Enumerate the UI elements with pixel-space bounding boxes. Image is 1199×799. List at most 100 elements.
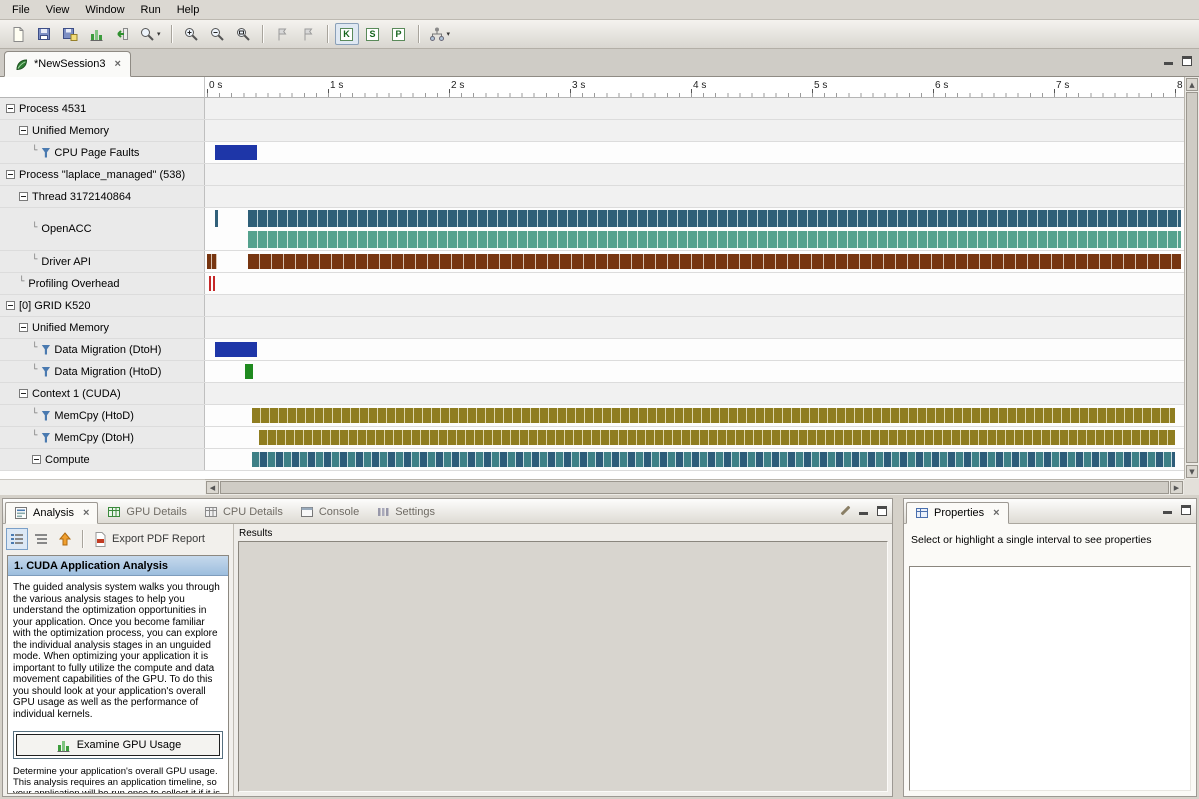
kernel-color-toggle-button[interactable]: K [335, 23, 359, 45]
row-track-openacc[interactable] [205, 208, 1184, 250]
menu-help[interactable]: Help [169, 1, 208, 19]
interval-memcpy-dtoh[interactable] [259, 430, 1175, 445]
interval-openacc[interactable] [215, 210, 217, 227]
collapse-icon[interactable] [19, 126, 28, 135]
row-label-data-migration-htod[interactable]: └Data Migration (HtoD) [0, 361, 205, 382]
zoom-in-button[interactable] [179, 23, 203, 45]
zoom-out-button[interactable] [205, 23, 229, 45]
maximize-icon[interactable] [877, 506, 887, 516]
collapse-icon[interactable] [6, 170, 15, 179]
scroll-right-button[interactable]: ▶ [1170, 481, 1183, 494]
row-track-thread-3172140864[interactable] [205, 186, 1184, 207]
tab-gpu-details[interactable]: GPU Details [99, 501, 195, 523]
analysis-up-button[interactable] [54, 528, 76, 550]
save-session-button[interactable] [32, 23, 56, 45]
interval-openacc[interactable] [248, 210, 1181, 227]
view-menu-icon[interactable] [840, 505, 851, 516]
stream-color-toggle-button[interactable]: S [361, 23, 385, 45]
close-icon[interactable]: × [993, 507, 999, 519]
interval-memcpy-htod[interactable] [252, 408, 1175, 423]
row-track-process-laplace-managed-538[interactable] [205, 164, 1184, 185]
import-data-button[interactable] [110, 23, 134, 45]
collapse-icon[interactable] [32, 455, 41, 464]
row-track-unified-memory[interactable] [205, 120, 1184, 141]
interval-profiling-overhead[interactable] [209, 276, 211, 291]
interval-profiling-overhead[interactable] [213, 276, 215, 291]
menu-run[interactable]: Run [133, 1, 169, 19]
collapse-icon[interactable] [19, 323, 28, 332]
row-label-profiling-overhead[interactable]: └Profiling Overhead [0, 273, 205, 294]
row-label-data-migration-dtoh[interactable]: └Data Migration (DtoH) [0, 339, 205, 360]
row-track-compute[interactable] [205, 449, 1184, 470]
row-label-cpu-page-faults[interactable]: └CPU Page Faults [0, 142, 205, 163]
tab-cpu-details[interactable]: CPU Details [196, 501, 291, 523]
show-profile-chart-button[interactable] [84, 23, 108, 45]
row-label-thread-3172140864[interactable]: Thread 3172140864 [0, 186, 205, 207]
row-label-context-1-cuda[interactable]: Context 1 (CUDA) [0, 383, 205, 404]
interval-cpu-page-faults[interactable] [215, 145, 256, 160]
row-label-openacc[interactable]: └OpenACC [0, 208, 205, 250]
filter-funnel-icon[interactable] [41, 367, 50, 377]
horizontal-scrollbar[interactable]: ◀ ▶ [205, 479, 1184, 495]
interval-driver-api[interactable] [207, 254, 217, 269]
interval-openacc[interactable] [248, 231, 1181, 248]
vertical-scroll-thumb[interactable] [1186, 92, 1198, 463]
maximize-icon[interactable] [1181, 505, 1191, 515]
row-label-compute[interactable]: Compute [0, 449, 205, 470]
row-track-unified-memory[interactable] [205, 317, 1184, 338]
interval-driver-api[interactable] [248, 254, 1181, 269]
tab-console[interactable]: Console [292, 501, 367, 523]
menu-view[interactable]: View [38, 1, 78, 19]
row-track-driver-api[interactable] [205, 251, 1184, 272]
horizontal-scroll-thumb[interactable] [220, 481, 1169, 494]
examine-gpu-usage-button[interactable]: Examine GPU Usage [13, 731, 223, 759]
row-label-memcpy-htod[interactable]: └MemCpy (HtoD) [0, 405, 205, 426]
collapse-icon[interactable] [6, 104, 15, 113]
filter-funnel-icon[interactable] [41, 411, 50, 421]
row-track-process-4531[interactable] [205, 98, 1184, 119]
tab-properties[interactable]: Properties × [906, 502, 1009, 524]
guided-mode-button[interactable] [6, 528, 28, 550]
close-icon[interactable]: × [115, 58, 121, 70]
analysis-flow-button[interactable]: ▾ [426, 23, 454, 45]
row-track-cpu-page-faults[interactable] [205, 142, 1184, 163]
row-track-context-1-cuda[interactable] [205, 383, 1184, 404]
menu-file[interactable]: File [4, 1, 38, 19]
close-icon[interactable]: × [83, 507, 89, 519]
row-track-0-grid-k520[interactable] [205, 295, 1184, 316]
filter-funnel-icon[interactable] [41, 433, 50, 443]
row-track-data-migration-htod[interactable] [205, 361, 1184, 382]
export-pdf-button[interactable]: Export PDF Report [89, 529, 208, 549]
interval-data-migration-dtoh[interactable] [215, 342, 256, 357]
scroll-left-button[interactable]: ◀ [206, 481, 219, 494]
process-color-toggle-button[interactable]: P [387, 23, 411, 45]
row-label-0-grid-k520[interactable]: [0] GRID K520 [0, 295, 205, 316]
row-label-process-laplace-managed-538[interactable]: Process "laplace_managed" (538) [0, 164, 205, 185]
row-track-memcpy-dtoh[interactable] [205, 427, 1184, 448]
row-track-profiling-overhead[interactable] [205, 273, 1184, 294]
vertical-scrollbar[interactable]: ▲ ▼ [1184, 77, 1199, 479]
filter-funnel-icon[interactable] [41, 148, 50, 158]
interval-data-migration-htod[interactable] [245, 364, 253, 379]
search-button[interactable]: ▾ [136, 23, 164, 45]
unguided-mode-button[interactable] [30, 528, 52, 550]
collapse-icon[interactable] [19, 192, 28, 201]
next-marker-button[interactable] [296, 23, 320, 45]
row-label-unified-memory[interactable]: Unified Memory [0, 120, 205, 141]
minimize-icon[interactable] [1164, 56, 1174, 66]
maximize-icon[interactable] [1182, 56, 1192, 66]
save-session-as-button[interactable] [58, 23, 82, 45]
minimize-icon[interactable] [1163, 505, 1173, 515]
collapse-icon[interactable] [6, 301, 15, 310]
timeline-ruler[interactable]: 0 s1 s2 s3 s4 s5 s6 s7 s8 [205, 77, 1184, 98]
interval-compute[interactable] [252, 452, 1175, 467]
scroll-up-button[interactable]: ▲ [1186, 78, 1198, 91]
menu-window[interactable]: Window [77, 1, 132, 19]
tab-settings[interactable]: Settings [368, 501, 443, 523]
new-session-button[interactable] [6, 23, 30, 45]
row-track-memcpy-htod[interactable] [205, 405, 1184, 426]
scroll-down-button[interactable]: ▼ [1186, 465, 1198, 478]
filter-funnel-icon[interactable] [41, 345, 50, 355]
zoom-fit-button[interactable] [231, 23, 255, 45]
tab-analysis[interactable]: Analysis× [5, 502, 98, 524]
